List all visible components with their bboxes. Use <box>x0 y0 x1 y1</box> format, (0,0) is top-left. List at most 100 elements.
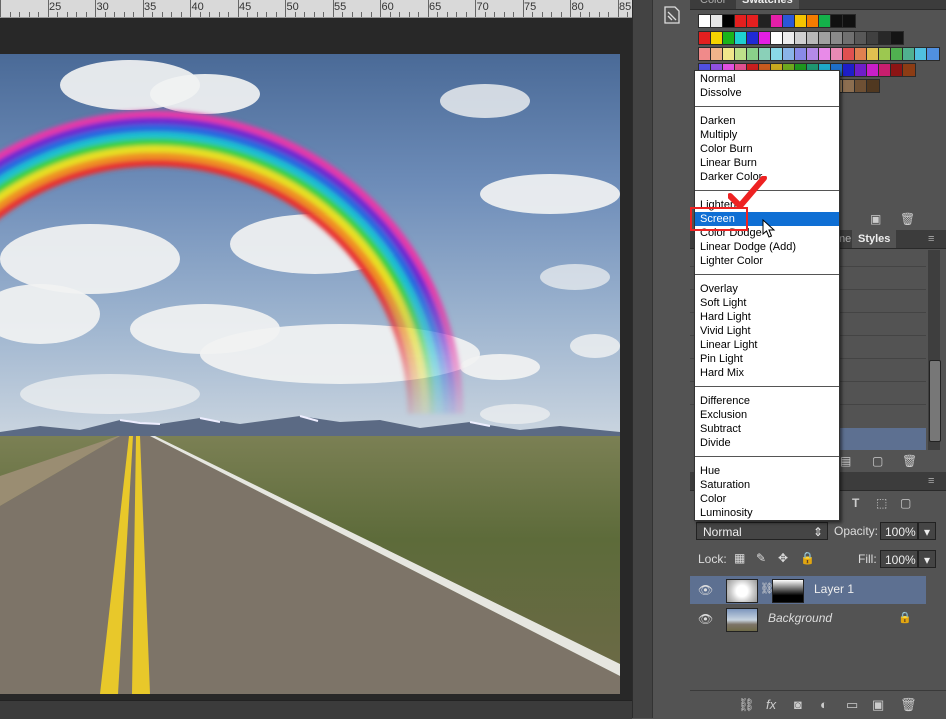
info-panel-icon[interactable] <box>661 4 683 26</box>
new-layer-icon[interactable]: ▣ <box>872 697 884 713</box>
ruler-label: 80 <box>571 1 584 13</box>
blend-option-soft-light[interactable]: Soft Light <box>695 296 839 310</box>
canvas-workspace[interactable] <box>0 18 632 700</box>
swatch[interactable] <box>842 14 856 28</box>
blend-option-subtract[interactable]: Subtract <box>695 422 839 436</box>
ruler-label: 75 <box>524 1 537 13</box>
blend-option-saturation[interactable]: Saturation <box>695 478 839 492</box>
adjustment-layer-icon[interactable]: ▤ <box>840 454 851 468</box>
blend-option-darken[interactable]: Darken <box>695 114 839 128</box>
ruler-tick <box>142 0 144 17</box>
lock-transparency-icon[interactable]: ▦ <box>734 551 745 565</box>
document-image[interactable] <box>0 54 620 694</box>
horizontal-scrollbar[interactable] <box>0 700 632 719</box>
ruler-tick <box>437 12 438 17</box>
ruler-tick <box>342 12 343 17</box>
blend-option-vivid-light[interactable]: Vivid Light <box>695 324 839 338</box>
ruler-tick <box>494 12 495 17</box>
ruler-label: 25 <box>49 1 62 13</box>
blend-option-color-burn[interactable]: Color Burn <box>695 142 839 156</box>
layer-name[interactable]: Layer 1 <box>814 582 854 596</box>
layers-menu-icon[interactable]: ≡ <box>922 472 940 490</box>
ruler-tick <box>180 12 182 17</box>
ruler-tick <box>275 12 277 17</box>
blend-option-color[interactable]: Color <box>695 492 839 506</box>
fx-icon[interactable]: fx <box>766 697 776 712</box>
swatch[interactable] <box>926 47 940 61</box>
swatches-tab-row: Color Swatches <box>690 0 946 10</box>
tab-color[interactable]: Color <box>694 0 732 9</box>
add-mask-icon[interactable]: ◙ <box>794 697 802 712</box>
lock-all-icon[interactable]: 🔒 <box>800 551 815 565</box>
adjustment-icon[interactable]: ◐ <box>820 697 828 712</box>
panel-menu-icon[interactable]: ≡ <box>922 230 940 248</box>
swatch[interactable] <box>902 63 916 77</box>
ruler-tick <box>589 12 590 17</box>
styles-selected-row[interactable] <box>838 428 926 450</box>
type-filter-icon[interactable]: T <box>852 496 859 510</box>
delete-layer-icon[interactable]: 🗑 <box>900 697 917 713</box>
ruler-tick <box>285 0 286 17</box>
tab-styles[interactable]: Styles <box>852 230 897 248</box>
layer-name[interactable]: Background <box>768 611 832 625</box>
blend-option-hard-mix[interactable]: Hard Mix <box>695 366 839 380</box>
opacity-input[interactable]: 100% <box>880 522 918 540</box>
blend-option-divide[interactable]: Divide <box>695 436 839 450</box>
ruler-tick <box>190 0 191 17</box>
swatch[interactable] <box>866 79 880 93</box>
new-swatch-icon[interactable]: ▣ <box>870 212 881 226</box>
ruler-tick <box>627 12 628 17</box>
ruler-tick <box>76 12 77 17</box>
fill-dropdown-icon[interactable]: ▾ <box>918 550 936 568</box>
smart-filter-icon[interactable]: ▢ <box>900 496 911 510</box>
panel-splitter[interactable] <box>632 0 653 718</box>
opacity-dropdown-icon[interactable]: ▾ <box>918 522 936 540</box>
ruler-tick <box>399 12 400 17</box>
ruler-tick <box>370 12 372 17</box>
image-grassland <box>0 436 620 694</box>
lock-pixels-icon[interactable]: ✎ <box>756 551 766 565</box>
ruler-tick <box>114 12 115 17</box>
blend-option-luminosity[interactable]: Luminosity <box>695 506 839 520</box>
lock-position-icon[interactable]: ✥ <box>778 551 788 565</box>
blend-option-overlay[interactable]: Overlay <box>695 282 839 296</box>
panel-vertical-scrollbar[interactable] <box>928 250 941 450</box>
blend-option-pin-light[interactable]: Pin Light <box>695 352 839 366</box>
blend-mode-dropdown-list[interactable]: Normal Dissolve Darken Multiply Color Burn Li… <box>694 70 840 521</box>
blend-option-multiply[interactable]: Multiply <box>695 128 839 142</box>
snapshot-icon[interactable]: ▢ <box>872 454 883 468</box>
ruler-label: 30 <box>96 1 109 13</box>
blend-option-hard-light[interactable]: Hard Light <box>695 310 839 324</box>
shape-filter-icon[interactable]: ⬚ <box>876 496 887 510</box>
layer-row-background[interactable]: 👁 Background 🔒 <box>690 605 926 633</box>
blend-option-normal[interactable]: Normal <box>695 72 839 86</box>
blend-option-linear-light[interactable]: Linear Light <box>695 338 839 352</box>
ruler-tick <box>228 12 229 17</box>
delete-style-icon[interactable]: 🗑 <box>902 454 917 468</box>
fill-input[interactable]: 100% <box>880 550 918 568</box>
blend-option-exclusion[interactable]: Exclusion <box>695 408 839 422</box>
blend-option-difference[interactable]: Difference <box>695 394 839 408</box>
blend-option-dissolve[interactable]: Dissolve <box>695 86 839 100</box>
ruler-tick <box>313 12 315 17</box>
tab-swatches[interactable]: Swatches <box>736 0 799 9</box>
blend-option-linear-dodge-add[interactable]: Linear Dodge (Add) <box>695 240 839 254</box>
blend-mode-select[interactable]: Normal ⇕ <box>696 522 828 540</box>
blend-option-hue[interactable]: Hue <box>695 464 839 478</box>
swatch[interactable] <box>890 31 904 45</box>
ruler-tick <box>408 12 410 17</box>
layer-row-layer-1[interactable]: 👁 ⛓ Layer 1 <box>690 576 926 604</box>
visibility-eye-icon[interactable]: 👁 <box>698 612 713 626</box>
menu-separator <box>695 274 839 275</box>
ruler-label: 40 <box>191 1 204 13</box>
layer-mask-thumbnail[interactable] <box>772 579 804 603</box>
visibility-eye-icon[interactable]: 👁 <box>698 583 713 597</box>
blend-option-linear-burn[interactable]: Linear Burn <box>695 156 839 170</box>
blend-option-lighter-color[interactable]: Lighter Color <box>695 254 839 268</box>
ruler-tick <box>427 0 429 17</box>
delete-swatch-icon[interactable]: 🗑 <box>900 212 915 226</box>
new-group-icon[interactable]: ▭ <box>846 697 858 713</box>
ruler-tick <box>152 12 153 17</box>
ruler-tick <box>598 12 600 17</box>
link-layers-icon[interactable]: ⛓ <box>738 697 755 713</box>
